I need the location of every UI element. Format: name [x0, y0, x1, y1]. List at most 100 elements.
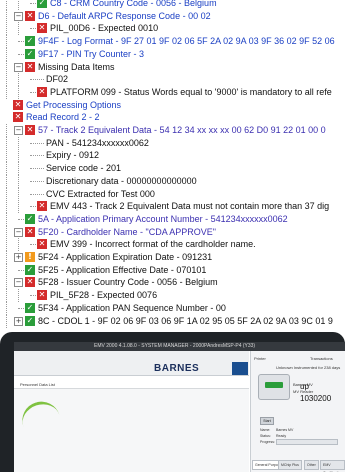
- fail-x-icon: ✕: [25, 125, 35, 135]
- card-slot-icon: [265, 382, 283, 388]
- tree-row-label: Get Processing Options: [26, 99, 122, 110]
- fail-x-icon: ✕: [25, 61, 35, 72]
- tree-guide-line: [18, 22, 19, 36]
- offscreen-text-bottom: 1030200: [300, 394, 332, 403]
- tree-guide-line: [6, 73, 7, 87]
- tree-guide-line: [6, 251, 7, 264]
- fail-x-icon: ✕: [25, 277, 35, 288]
- tree-row-label: EMV 443 - Track 2 Equivalent Data must n…: [50, 201, 330, 212]
- tree-row-label: Missing Data Items: [38, 61, 115, 72]
- tree-row[interactable]: − ✕ Missing Data Items: [0, 60, 345, 74]
- test-results-tree: ✓ C8 - CRM Country Code - 0056 - Belgium −…: [0, 0, 345, 332]
- tree-row-label: PLATFORM 099 - Status Words equal to '90…: [50, 86, 332, 97]
- warning-icon: !: [25, 252, 35, 262]
- collapse-icon[interactable]: −: [14, 126, 23, 135]
- tree-connector: [18, 269, 24, 271]
- tree-row[interactable]: ✕ EMV 399 - Incorrect format of the cardh…: [0, 238, 345, 252]
- tree-guide-line: [6, 149, 7, 163]
- tree-connector: [30, 295, 36, 297]
- tree-row-label: PIL_5F28 - Expected 0076: [50, 290, 158, 301]
- tree-row-label: Service code - 201: [46, 163, 122, 174]
- rp-progress-label: Progress:: [260, 440, 275, 444]
- offscreen-text-top: up: [300, 382, 309, 391]
- left-panel: [14, 388, 249, 472]
- tree-guide-line: [18, 238, 19, 252]
- tree-row-label: Discretionary data - 00000000000000: [46, 175, 197, 186]
- tree-connector: [18, 53, 24, 55]
- panel-tab-personnel[interactable]: Personnel Data List: [20, 382, 55, 387]
- tree-row[interactable]: + ✓ 8C - CDOL 1 - 9F 02 06 9F 03 06 9F 1A …: [0, 314, 345, 328]
- tree-row[interactable]: ✓ 9F4F - Log Format - 9F 27 01 9F 02 06 5…: [0, 35, 345, 49]
- tree-guide-line: [6, 60, 7, 74]
- tree-guide-line: [6, 124, 7, 137]
- collapse-icon[interactable]: −: [14, 11, 23, 21]
- tree-guide-line: [6, 289, 7, 303]
- tree-row-label: 8C - CDOL 1 - 9F 02 06 9F 03 06 9F 1A 02…: [38, 315, 333, 326]
- tree-row[interactable]: ✕ Read Record 2 - 2: [0, 111, 345, 124]
- tree-guide-line: [6, 301, 7, 315]
- tree-guide-line: [18, 187, 19, 201]
- pass-check-icon: ✓: [25, 48, 35, 59]
- tree-row[interactable]: ✓ 5A - Application Primary Account Number…: [0, 212, 345, 226]
- rp-tab[interactable]: MChip Plus: [278, 460, 302, 470]
- tree-connector: [30, 3, 36, 4]
- tree-row[interactable]: PAN - 541234xxxxxx0062: [0, 136, 345, 150]
- tree-guide-line: [18, 200, 19, 214]
- tree-row[interactable]: ✕ Get Processing Options: [0, 99, 345, 112]
- app-header: BARNES: [14, 351, 249, 376]
- start-button[interactable]: Start: [260, 417, 274, 425]
- tree-row[interactable]: − ✕ 57 - Track 2 Equivalent Data - 54 12 3…: [0, 124, 345, 137]
- collapse-icon[interactable]: −: [14, 62, 23, 72]
- tree-guide-line: [18, 0, 19, 10]
- fail-x-icon: ✕: [25, 226, 35, 237]
- tree-row[interactable]: − ✕ 5F28 - Issuer Country Code - 0056 - Be…: [0, 276, 345, 290]
- tree-guide-line: [6, 136, 7, 150]
- brand-logo-text: BARNES: [154, 363, 200, 374]
- tree-guide-line: [6, 47, 7, 61]
- tree-guide-line: [6, 35, 7, 49]
- rp-tabs: General PurposeMChip PlusOtherEMV Qualif…: [250, 460, 345, 472]
- tree-row[interactable]: CVC Extracted for Test 000: [0, 187, 345, 201]
- tree-row-label: 9F4F - Log Format - 9F 27 01 9F 02 06 5F…: [38, 36, 335, 47]
- rp-name-value: Barnes MV: [276, 428, 294, 432]
- rp-tab[interactable]: Other: [304, 460, 319, 470]
- tree-row[interactable]: ✓ 5F25 - Application Effective Date - 070…: [0, 263, 345, 277]
- tree-row[interactable]: ✓ 5F34 - Application PAN Sequence Number …: [0, 301, 345, 315]
- tree-row[interactable]: Expiry - 0912: [0, 149, 345, 163]
- tree-row-label: D6 - Default ARPC Response Code - 00 02: [38, 10, 211, 21]
- tree-row[interactable]: ✓ 9F17 - PIN Try Counter - 3: [0, 47, 345, 61]
- tree-guide-line: [6, 9, 7, 23]
- rp-status-label: Status:: [260, 434, 271, 438]
- tree-row-label: 5F20 - Cardholder Name - "CDA APPROVE": [38, 226, 216, 237]
- expand-icon[interactable]: +: [14, 253, 23, 262]
- tree-row[interactable]: ✕ EMV 443 - Track 2 Equivalent Data must …: [0, 200, 345, 214]
- tree-connector: [30, 168, 44, 170]
- collapse-icon[interactable]: −: [14, 227, 23, 237]
- tree-row-label: Expiry - 0912: [46, 150, 100, 161]
- tree-row[interactable]: +! 5F24 - Application Expiration Date - 0…: [0, 251, 345, 264]
- rp-name-label: Name:: [260, 428, 271, 432]
- tree-row[interactable]: − ✕ 5F20 - Cardholder Name - "CDA APPROVE": [0, 225, 345, 239]
- tree-guide-line: [6, 225, 7, 239]
- pass-check-icon: ✓: [25, 264, 35, 275]
- tree-row[interactable]: ✓ C8 - CRM Country Code - 0056 - Belgium: [0, 0, 345, 10]
- expand-icon[interactable]: +: [14, 316, 23, 326]
- tree-connector: [30, 28, 36, 30]
- rp-tab[interactable]: EMV Qualification: [320, 460, 345, 472]
- tree-connector: [30, 244, 36, 246]
- tree-row[interactable]: ✕ PIL_5F28 - Expected 0076: [0, 289, 345, 303]
- tree-row-label: Read Record 2 - 2: [26, 112, 100, 123]
- tree-row[interactable]: − ✕ D6 - Default ARPC Response Code - 00 0…: [0, 9, 345, 23]
- tree-guide-line: [18, 162, 19, 176]
- laptop: EMV 2000 4.1.08.0 - SYSTEM MANAGER - 200…: [0, 332, 345, 472]
- tree-guide-line: [18, 73, 19, 87]
- pass-check-icon: ✓: [25, 302, 35, 313]
- tree-row[interactable]: DF02: [0, 73, 345, 87]
- tree-row[interactable]: ✕ PIL_00D6 - Expected 0010: [0, 22, 345, 36]
- rp-header: Unknown Instrumented for 238 days: [276, 365, 341, 370]
- tree-row[interactable]: Discretionary data - 00000000000000: [0, 174, 345, 188]
- tree-row[interactable]: ✕ PLATFORM 099 - Status Words equal to '9…: [0, 85, 345, 99]
- tree-row[interactable]: Service code - 201: [0, 162, 345, 176]
- collapse-icon[interactable]: −: [14, 278, 23, 288]
- laptop-screen: EMV 2000 4.1.08.0 - SYSTEM MANAGER - 200…: [14, 342, 345, 472]
